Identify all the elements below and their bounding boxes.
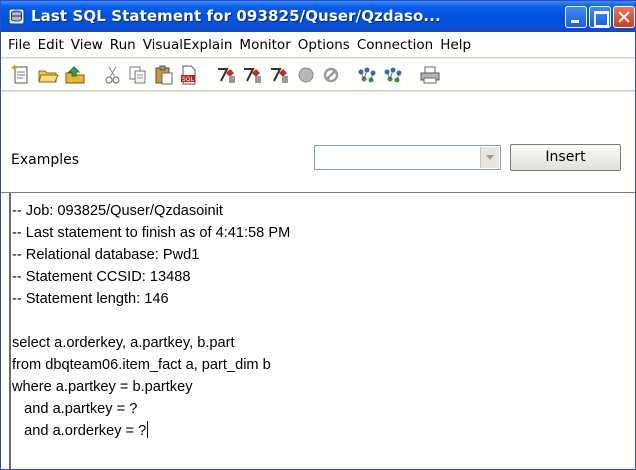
menu-bar: File Edit View Run VisualExplain Monitor… (1, 32, 635, 58)
stop-icon[interactable] (295, 64, 317, 86)
close-button[interactable] (613, 6, 635, 28)
code-line: from dbqteam06.item_fact a, part_dim b (12, 357, 271, 373)
cut-icon[interactable] (102, 64, 124, 86)
paste-icon[interactable] (153, 64, 175, 86)
toolbar-separator (348, 65, 349, 85)
svg-text:SQL: SQL (182, 76, 195, 83)
text-caret (147, 421, 149, 438)
code-line: and a.partkey = ? (12, 401, 138, 417)
examples-label: Examples (11, 152, 80, 168)
chevron-down-icon[interactable] (480, 147, 499, 168)
code-line-last: and a.orderkey = ? (12, 420, 635, 442)
examples-panel: Examples Insert (1, 92, 635, 192)
open-icon[interactable] (37, 64, 59, 86)
code-line: -- Statement length: 146 (12, 291, 169, 307)
menu-view[interactable]: View (68, 37, 106, 53)
sql-editor[interactable]: -- Job: 093825/Quser/Qzdasoinit -- Last … (1, 192, 635, 469)
new-icon[interactable] (10, 64, 32, 86)
menu-options[interactable]: Options (295, 37, 353, 53)
code-line-text: and a.orderkey = ? (12, 423, 147, 439)
menu-connection[interactable]: Connection (354, 37, 436, 53)
toolbar: SQL (1, 59, 635, 91)
sql-editor-text[interactable]: -- Job: 093825/Quser/Qzdasoinit -- Last … (9, 193, 635, 469)
run-from-cursor-icon[interactable] (269, 64, 291, 86)
save-icon[interactable] (64, 64, 86, 86)
code-line: -- Statement CCSID: 13488 (12, 269, 191, 285)
menu-help[interactable]: Help (437, 37, 474, 53)
run-explain-icon[interactable] (382, 64, 404, 86)
minimize-button[interactable] (565, 6, 587, 28)
toolbar-separator (411, 65, 412, 85)
insert-button[interactable]: Insert (510, 144, 621, 171)
code-line: where a.partkey = b.partkey (12, 379, 193, 395)
cancel-icon[interactable] (320, 64, 342, 86)
menu-file[interactable]: File (5, 37, 34, 53)
title-bar[interactable]: Last SQL Statement for 093825/Quser/Qzda… (1, 1, 635, 32)
run-all-icon[interactable] (216, 64, 238, 86)
menu-edit[interactable]: Edit (35, 37, 67, 53)
menu-visualexplain[interactable]: VisualExplain (140, 37, 236, 53)
examples-dropdown[interactable] (314, 145, 501, 170)
app-window: Last SQL Statement for 093825/Quser/Qzda… (0, 0, 636, 470)
menu-monitor[interactable]: Monitor (236, 37, 293, 53)
toolbar-separator (94, 65, 95, 85)
code-line: select a.orderkey, a.partkey, b.part (12, 335, 235, 351)
toolbar-separator (208, 65, 209, 85)
database-app-icon (8, 8, 25, 25)
code-line: -- Last statement to finish as of 4:41:5… (12, 225, 291, 241)
maximize-button[interactable] (589, 6, 611, 28)
code-line: -- Relational database: Pwd1 (12, 247, 200, 263)
window-title: Last SQL Statement for 093825/Quser/Qzda… (31, 7, 441, 25)
run-selected-icon[interactable] (242, 64, 264, 86)
menu-run[interactable]: Run (107, 37, 139, 53)
sql-insert-icon[interactable]: SQL (178, 64, 200, 86)
code-line: -- Job: 093825/Quser/Qzdasoinit (12, 203, 223, 219)
explain-icon[interactable] (356, 64, 378, 86)
copy-icon[interactable] (127, 64, 149, 86)
print-icon[interactable] (419, 64, 441, 86)
